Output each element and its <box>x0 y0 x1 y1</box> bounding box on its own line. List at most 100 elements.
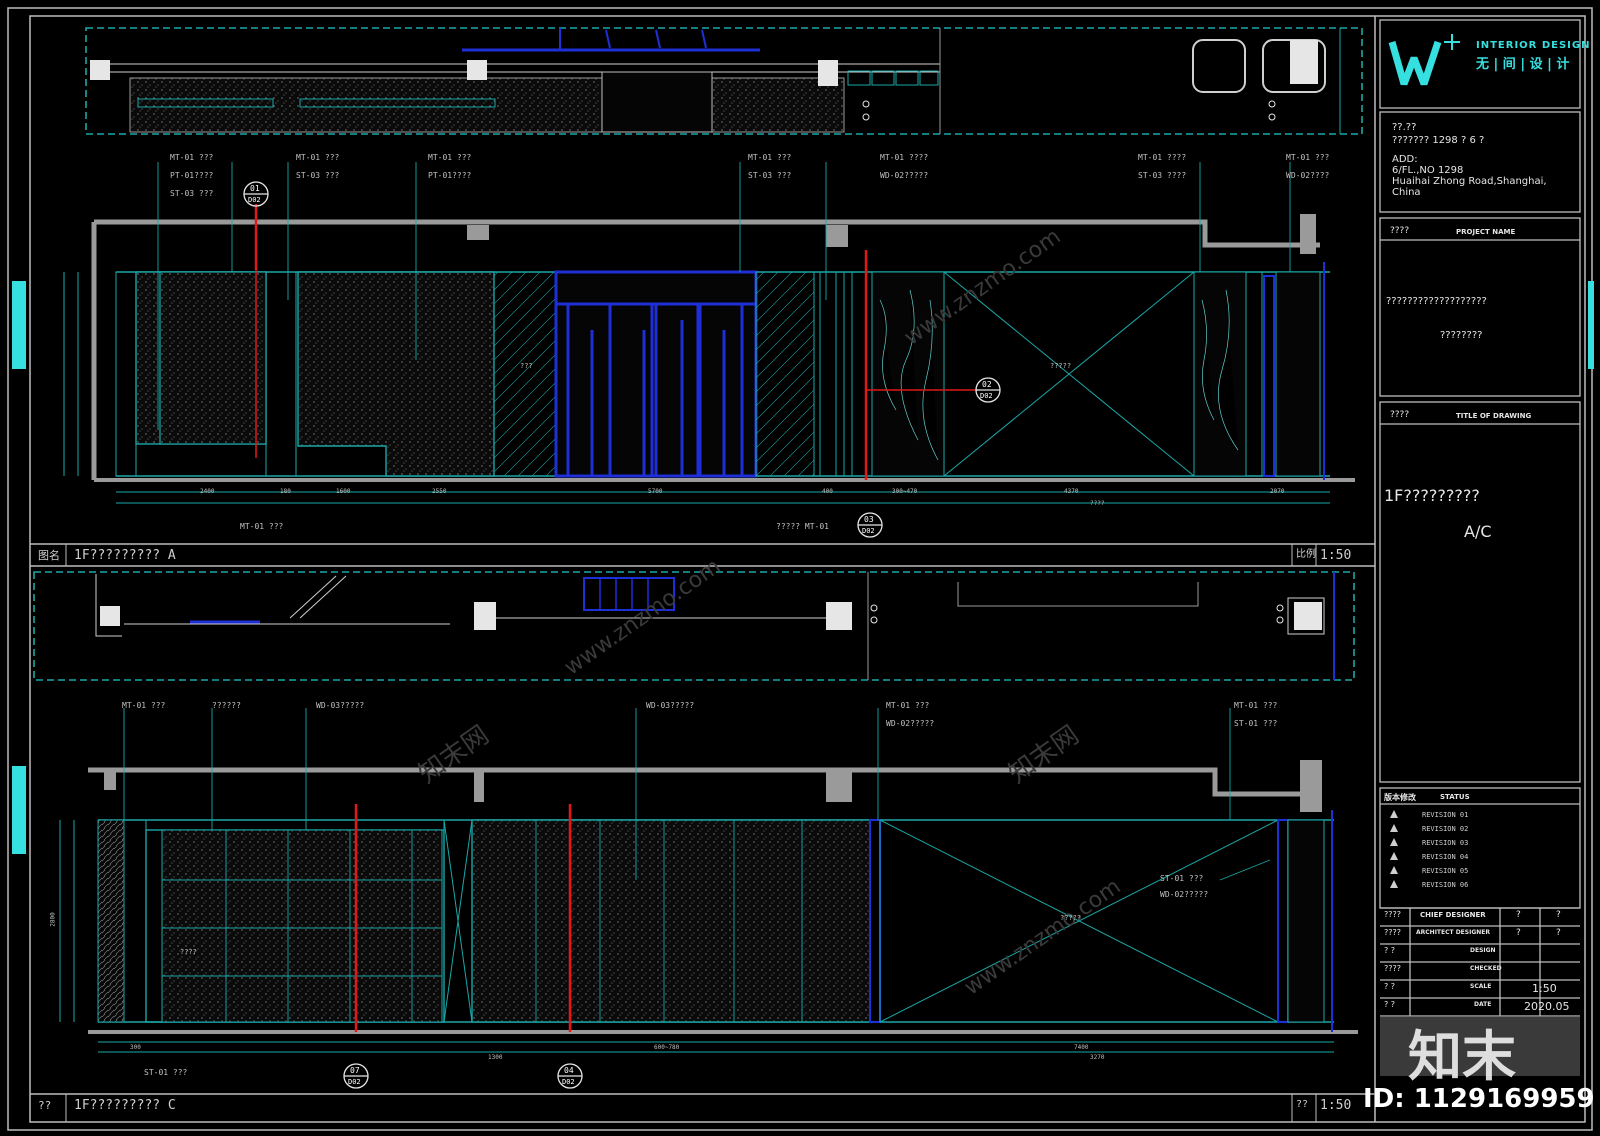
material-tag: ST-03 ???? <box>1138 171 1187 180</box>
drawing-title-value: 1F????????? <box>1384 486 1480 505</box>
project-name-value-1: ??????????????????? <box>1386 296 1487 307</box>
material-tag: MT-01 ??? <box>748 153 792 162</box>
signoff-value: ? <box>1556 928 1561 938</box>
material-tag: ????? MT-01 <box>776 522 829 531</box>
elevation-c-name: 1F????????? C <box>74 1098 176 1113</box>
elevation-c-scale-label: ?? <box>1296 1099 1309 1110</box>
material-tag: WD-02????? <box>886 719 935 728</box>
plan-strip-a <box>85 27 1363 135</box>
drawing-view-code: A/C <box>1464 522 1492 541</box>
address-line-3: China <box>1392 187 1421 198</box>
signoff-role: SCALE <box>1470 983 1492 990</box>
material-tag: ST-01 ??? <box>1160 874 1204 883</box>
material-tag: WD-02????? <box>1160 890 1209 899</box>
material-tag: MT-01 ??? <box>240 522 284 531</box>
dimension-label: 180 <box>280 488 291 495</box>
firm-name-en: INTERIOR DESIGN <box>1476 40 1591 51</box>
elevation-c-left-text: ???? <box>180 948 197 956</box>
dimension-label: 2400 <box>200 488 215 495</box>
dimension-label: 3270 <box>1090 1054 1105 1061</box>
material-tag: ST-03 ??? <box>748 171 792 180</box>
address-line-2: Huaihai Zhong Road,Shanghai, <box>1392 176 1547 187</box>
material-tag: ?????? <box>212 701 241 710</box>
material-tag: MT-01 ??? <box>428 153 472 162</box>
dimension-label: 7400 <box>1074 1044 1089 1051</box>
signoff-label: ???? <box>1384 964 1401 973</box>
dimension-label: 300~470 <box>892 488 918 495</box>
signoff-role: DESIGN <box>1470 947 1496 954</box>
watermark-brand: 知末 <box>1408 1025 1516 1088</box>
callout-sheet: D02 <box>562 1078 575 1086</box>
elevation-a-name-label: 图名 <box>38 549 60 562</box>
signoff-value: ? <box>1516 928 1521 938</box>
revision-item: REVISION 05 <box>1422 867 1469 875</box>
material-tag: MT-01 ??? <box>122 701 166 710</box>
elevation-a-centre-text: ????? <box>1050 362 1072 370</box>
revision-item: REVISION 04 <box>1422 853 1469 861</box>
drawing-title-label: ???? <box>1390 410 1410 420</box>
elevation-a-drawing <box>30 162 1375 567</box>
material-tag: WD-02???? <box>1286 171 1330 180</box>
material-tag: ST-03 ??? <box>170 189 214 198</box>
callout-mark: 01 <box>250 184 260 193</box>
revision-item: REVISION 02 <box>1422 825 1469 833</box>
elevation-a-scale: 1:50 <box>1320 548 1352 563</box>
material-tag: WD-03????? <box>316 701 365 710</box>
revision-item: REVISION 03 <box>1422 839 1469 847</box>
elevation-a-name: 1F????????? A <box>74 548 176 563</box>
callout-sheet: D02 <box>248 196 261 204</box>
dimension-label: 300 <box>130 1044 141 1051</box>
callout-mark: 04 <box>564 1066 574 1075</box>
elevation-c-centre-text: ????? <box>1060 914 1082 922</box>
scale-value: 1:50 <box>1532 982 1557 995</box>
project-name-value-2: ???????? <box>1440 330 1483 341</box>
signoff-label: ? ? <box>1384 982 1396 991</box>
dimension-label: 5700 <box>648 488 663 495</box>
material-tag: PT-01???? <box>428 171 472 180</box>
material-tag: MT-01 ??? <box>296 153 340 162</box>
dimension-label: 2070 <box>1270 488 1285 495</box>
material-tag: PT-01???? <box>170 171 214 180</box>
elevation-a-scale-label: 比例 <box>1296 549 1316 560</box>
revision-item: REVISION 01 <box>1422 811 1469 819</box>
callout-mark: 03 <box>864 515 874 524</box>
revision-item: REVISION 06 <box>1422 881 1469 889</box>
elevation-c-scale: 1:50 <box>1320 1098 1352 1113</box>
material-tag: MT-01 ???? <box>1138 153 1187 162</box>
material-tag: MT-01 ??? <box>1286 153 1330 162</box>
callout-sheet: D02 <box>980 392 993 400</box>
material-tag: WD-02????? <box>880 171 929 180</box>
revision-header: 版本修改 <box>1384 793 1416 802</box>
revision-triangles <box>1390 810 1398 888</box>
dimension-label: 2550 <box>432 488 447 495</box>
signoff-role: ARCHITECT DESIGNER <box>1416 929 1490 936</box>
dimension-label: 1600 <box>336 488 351 495</box>
material-tag: MT-01 ??? <box>1234 701 1278 710</box>
date-value: 2020.05 <box>1524 1000 1570 1013</box>
callout-mark: 02 <box>982 380 992 389</box>
signoff-label: ? ? <box>1384 1000 1396 1009</box>
elevation-c-name-label: ?? <box>38 1099 52 1112</box>
dimension-label: 2800 <box>49 912 57 927</box>
dimension-label: 1300 <box>488 1054 503 1061</box>
material-tag: MT-01 ???? <box>880 153 929 162</box>
project-name-title: PROJECT NAME <box>1456 228 1516 236</box>
revision-status: STATUS <box>1440 793 1470 801</box>
material-tag: MT-01 ??? <box>886 701 930 710</box>
elevation-c-drawing <box>30 708 1375 1122</box>
address-line-1: 6/FL.,NO 1298 <box>1392 165 1464 176</box>
material-tag: ST-01 ??? <box>144 1068 188 1077</box>
watermark-id: ID: 1129169959 <box>1363 1084 1595 1114</box>
dimension-label: 4370 <box>1064 488 1079 495</box>
firm-logo-mark <box>1388 34 1460 86</box>
material-tag: ST-03 ??? <box>296 171 340 180</box>
drawing-title-heading: TITLE OF DRAWING <box>1456 412 1532 420</box>
callout-sheet: D02 <box>862 527 875 535</box>
signoff-value: ? <box>1556 910 1561 920</box>
cad-drawing-sheet <box>7 7 1594 1131</box>
material-tag: ST-01 ??? <box>1234 719 1278 728</box>
project-line-1: ??.?? <box>1392 122 1417 133</box>
signoff-label: ???? <box>1384 928 1401 937</box>
material-tag: MT-01 ??? <box>170 153 214 162</box>
signoff-value: ? <box>1516 910 1521 920</box>
